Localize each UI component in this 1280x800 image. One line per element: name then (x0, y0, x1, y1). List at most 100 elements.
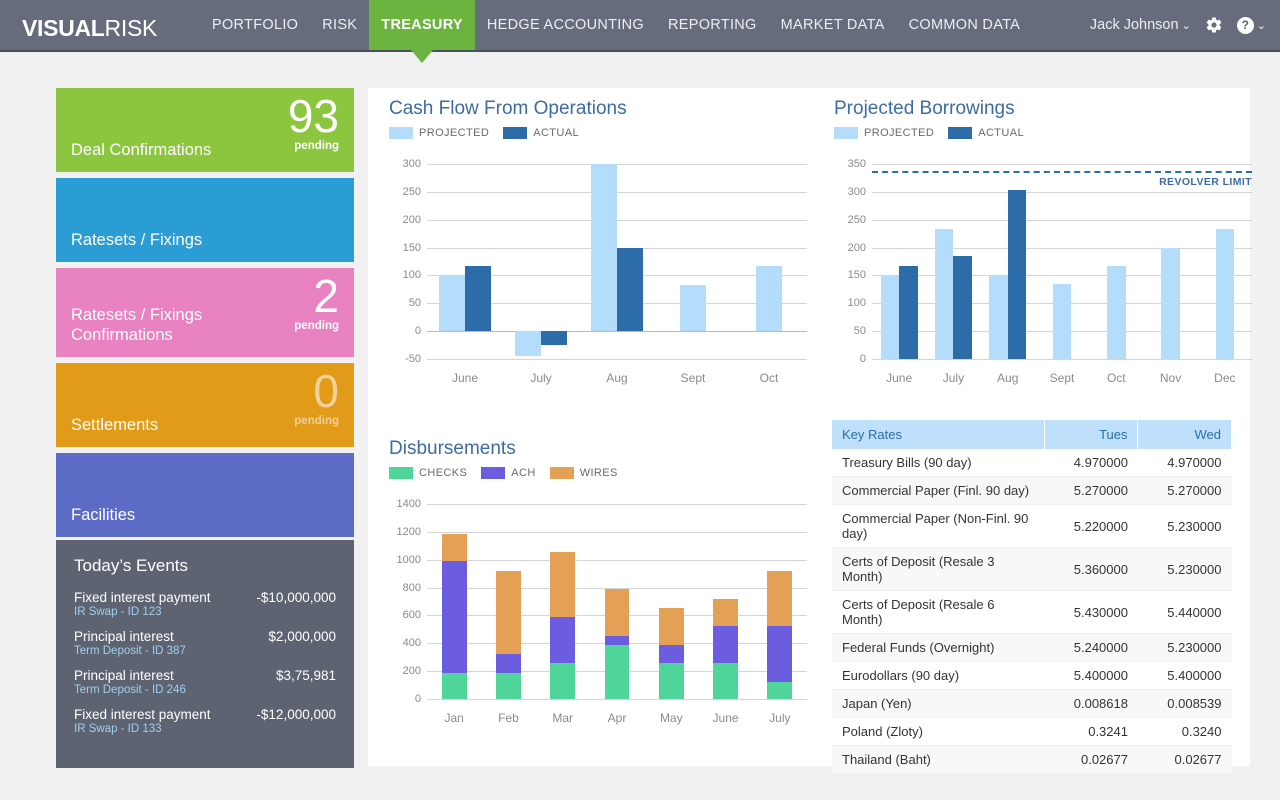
nav-item-hedge-accounting[interactable]: HEDGE ACCOUNTING (475, 0, 656, 50)
revolver-limit-label: REVOLVER LIMIT (1159, 176, 1252, 189)
legend-label: ACTUAL (978, 127, 1025, 139)
event-item[interactable]: Principal interest $2,000,000 Term Deposit… (74, 629, 336, 657)
x-axis-tick-label: Sept (1049, 371, 1075, 385)
nav-item-risk[interactable]: RISK (310, 0, 369, 50)
todays-events-list: Fixed interest payment -$10,000,000 IR Swa… (74, 590, 336, 735)
table-row[interactable]: Japan (Yen) 0.008618 0.008539 (832, 689, 1232, 718)
rate-tues: 5.430000 (1044, 590, 1138, 634)
table-row[interactable]: Commercial Paper (Non-Finl. 90 day) 5.220… (832, 504, 1232, 548)
rate-name: Commercial Paper (Non-Finl. 90 day) (832, 504, 1045, 548)
rate-name: Certs of Deposit (Resale 3 Month) (832, 547, 1045, 591)
disbursements-chart: 1400 1200 1000 800 600 400 200 0 Jan Feb Mar Apr May… (389, 498, 809, 754)
bar-segment (767, 570, 793, 626)
legend-swatch (834, 127, 858, 139)
tile-count: 0 (313, 365, 339, 417)
gridline (872, 219, 1252, 221)
top-navigation-bar: VISUALRISK PORTFOLIO RISK TREASURY HEDGE AC… (0, 0, 1280, 63)
x-axis-tick-label: June (451, 371, 479, 385)
x-axis-tick-label: June (712, 711, 739, 725)
event-item[interactable]: Fixed interest payment -$10,000,000 IR Swa… (74, 590, 336, 618)
rate-tues: 5.270000 (1044, 476, 1138, 505)
key-rates-header: Key Rates (832, 420, 1045, 449)
tile-deal-confirmations[interactable]: Deal Confirmations 93 pending (56, 88, 354, 172)
tile-label: Settlements (71, 416, 159, 434)
status-tiles: Deal Confirmations 93 pending Ratesets / Fi… (56, 88, 354, 543)
y-axis-tick-label: 250 (847, 213, 866, 226)
bar-segment (495, 672, 521, 699)
x-axis-tick-label: Apr (607, 711, 627, 725)
event-amount: -$12,000,000 (256, 707, 336, 722)
tile-facilities[interactable]: Facilities (56, 453, 354, 537)
bar-segment (550, 552, 576, 617)
table-row[interactable]: Eurodollars (90 day) 5.400000 5.400000 (832, 661, 1232, 690)
nav-item-reporting[interactable]: REPORTING (656, 0, 769, 50)
gridline (872, 164, 1252, 165)
bar-segment (713, 598, 739, 626)
y-axis-tick-label: 150 (847, 269, 866, 282)
projected-borrowings-legend: PROJECTED ACTUAL (834, 127, 1254, 139)
table-row[interactable]: Commercial Paper (Finl. 90 day) 5.270000 5… (832, 476, 1232, 505)
legend-label: ACTUAL (533, 127, 580, 139)
x-axis-tick-label: July (530, 371, 552, 385)
table-row[interactable]: Treasury Bills (90 day) 4.970000 4.970000 (832, 449, 1232, 477)
nav-item-market-data[interactable]: MARKET DATA (769, 0, 897, 50)
tile-count: 2 (313, 270, 339, 322)
rate-name: Certs of Deposit (Resale 6 Month) (832, 590, 1045, 634)
event-item[interactable]: Principal interest $3,75,981 Term Deposit … (74, 668, 336, 696)
help-menu[interactable]: ? ⌄ (1236, 16, 1266, 34)
rate-wed: 0.008539 (1137, 689, 1232, 718)
header-user-area: Jack Johnson ⌄ ? ⌄ (1090, 0, 1266, 50)
event-item[interactable]: Fixed interest payment -$12,000,000 IR Swa… (74, 707, 336, 735)
gridline (427, 559, 807, 561)
tile-label: Deal Confirmations (71, 141, 212, 159)
x-axis-tick-label: Aug (997, 371, 1019, 385)
nav-item-treasury[interactable]: TREASURY (369, 0, 475, 63)
tile-ratesets-fixings[interactable]: Ratesets / Fixings (56, 178, 354, 262)
nav-item-portfolio[interactable]: PORTFOLIO (200, 0, 310, 50)
bar (756, 265, 782, 332)
tile-count-sublabel: pending (294, 415, 339, 427)
tile-settlements[interactable]: Settlements 0 pending (56, 363, 354, 447)
bar-segment (658, 663, 684, 699)
legend-item: ACTUAL (948, 127, 1024, 139)
table-row[interactable]: Certs of Deposit (Resale 6 Month) 5.43000… (832, 590, 1232, 634)
chevron-down-icon: ⌄ (1181, 20, 1191, 32)
rate-wed: 4.970000 (1137, 449, 1232, 477)
bar (1161, 247, 1180, 359)
gridline (427, 531, 807, 533)
cash-flow-chart: 300 250 200 150 100 50 0 -50 June July Aug Sept Oct (389, 158, 809, 414)
table-row[interactable]: Poland (Zloty) 0.3241 0.3240 (832, 717, 1232, 746)
cash-flow-legend: PROJECTED ACTUAL (389, 127, 809, 139)
y-axis-tick-label: 350 (847, 158, 866, 170)
rate-name: Commercial Paper (Finl. 90 day) (832, 476, 1045, 505)
x-axis-tick-label: Nov (1159, 371, 1182, 385)
help-icon: ? (1236, 16, 1254, 34)
tile-ratesets-fixings-confirmations[interactable]: Ratesets / Fixings Confirmations 2 pending (56, 268, 354, 357)
y-axis-tick-label: 250 (402, 185, 421, 198)
tile-label: Ratesets / Fixings Confirmations (71, 306, 203, 344)
rate-tues: 0.008618 (1044, 689, 1138, 718)
gear-icon[interactable] (1205, 16, 1223, 34)
y-axis-tick-label: -50 (405, 353, 421, 365)
logo-light-text: RISK (104, 15, 158, 41)
table-row[interactable]: Certs of Deposit (Resale 3 Month) 5.36000… (832, 547, 1232, 591)
tile-label: Ratesets / Fixings (71, 231, 203, 249)
table-row[interactable]: Thailand (Baht) 0.02677 0.02677 (832, 745, 1232, 774)
y-axis-tick-label: 200 (847, 241, 866, 254)
rate-wed: 5.230000 (1137, 547, 1232, 591)
rate-wed: 5.230000 (1137, 633, 1232, 662)
bar-segment (604, 644, 630, 699)
nav-item-common-data[interactable]: COMMON DATA (897, 0, 1033, 50)
legend-label: WIRES (579, 467, 618, 479)
bar-segment (495, 654, 521, 673)
event-amount: -$10,000,000 (256, 590, 336, 605)
table-row[interactable]: Federal Funds (Overnight) 5.240000 5.23000… (832, 633, 1232, 662)
x-axis-tick-label: Oct (1106, 371, 1126, 385)
bar (1052, 284, 1072, 359)
x-axis-tick-label: Feb (498, 711, 519, 725)
user-menu[interactable]: Jack Johnson ⌄ (1090, 17, 1191, 33)
y-axis-tick-label: 0 (859, 353, 866, 365)
legend-label: PROJECTED (864, 127, 935, 139)
event-title: Principal interest (74, 668, 174, 683)
rate-tues: 0.02677 (1044, 745, 1138, 774)
